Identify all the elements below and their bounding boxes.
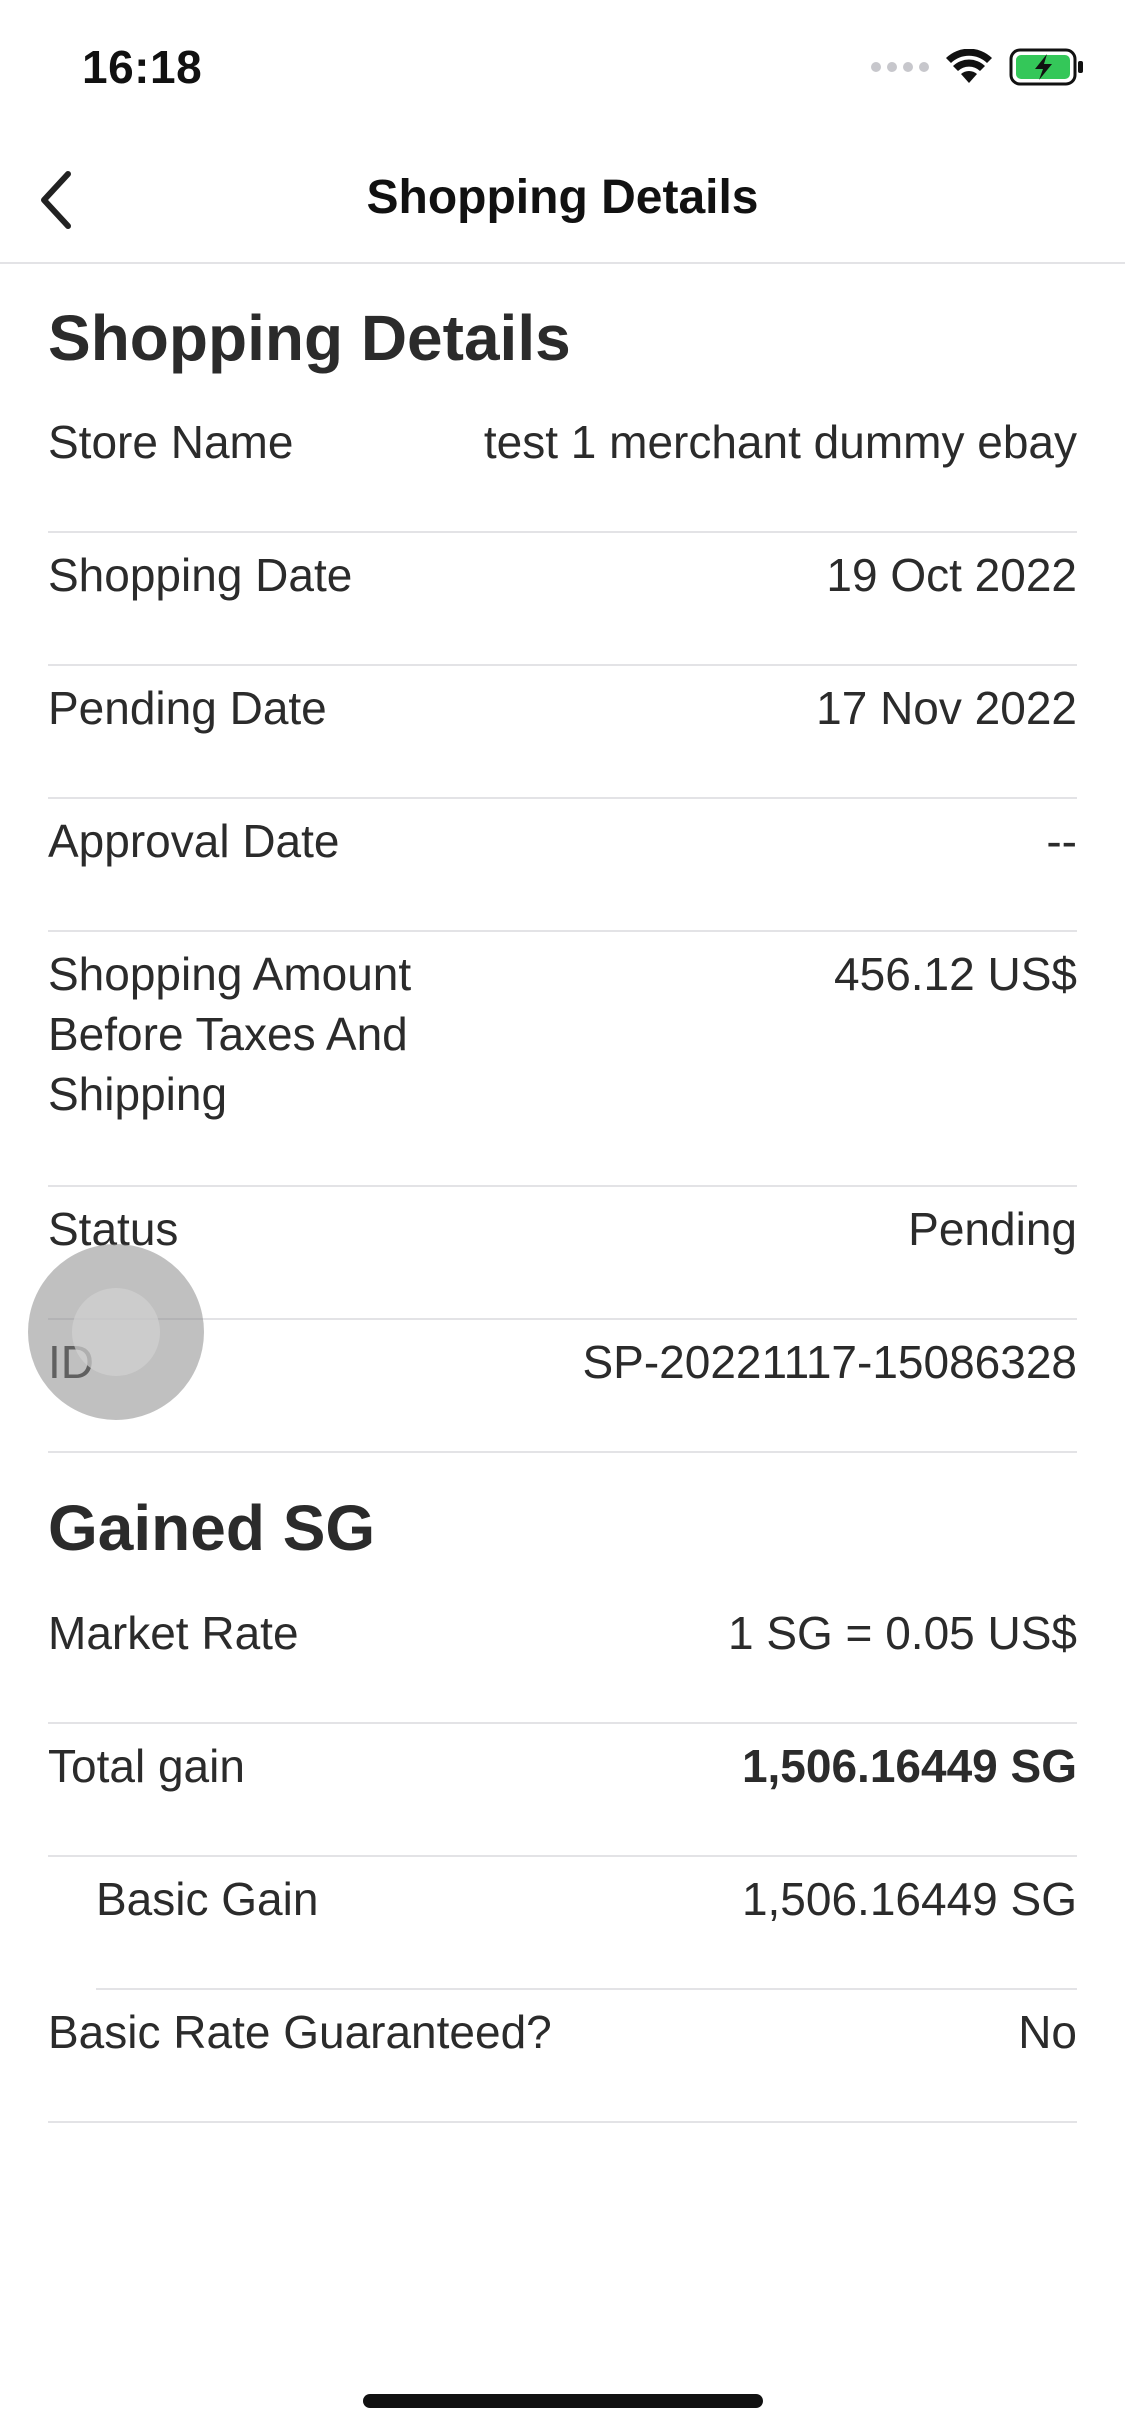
row-value: -- <box>1046 815 1077 867</box>
row-label: Pending Date <box>48 682 327 734</box>
battery-charging-icon <box>1009 48 1083 86</box>
row-label: Store Name <box>48 416 294 468</box>
row-value: 17 Nov 2022 <box>816 682 1077 734</box>
wifi-icon <box>946 49 992 83</box>
detail-row-market-rate: Market Rate 1 SG = 0.05 US$ <box>48 1603 1077 1724</box>
row-label: Market Rate <box>48 1607 299 1659</box>
row-label: Total gain <box>48 1740 245 1792</box>
row-value: 1,506.16449 SG <box>741 1873 1077 1925</box>
total-gain-value: 1,506.16449 SG <box>741 1740 1077 1792</box>
row-label: Basic Gain <box>96 1873 319 1925</box>
status-value: Pending <box>908 1203 1077 1255</box>
status-time: 16:18 <box>82 41 203 93</box>
row-label: Shopping Date <box>48 549 353 601</box>
detail-row-shopping-date: Shopping Date 19 Oct 2022 <box>48 533 1077 666</box>
detail-row-approval-date: Approval Date -- <box>48 799 1077 932</box>
status-bar: 16:18 <box>0 0 1125 132</box>
detail-row-pending-date: Pending Date 17 Nov 2022 <box>48 666 1077 799</box>
row-value: 456.12 US$ <box>834 948 1077 1000</box>
cellular-signal-icon <box>871 62 929 72</box>
home-indicator[interactable] <box>363 2394 763 2408</box>
navigation-bar: Shopping Details <box>0 132 1125 264</box>
gained-sg-heading: Gained SG <box>48 1492 376 1564</box>
detail-row-status: Status Pending <box>48 1187 1077 1320</box>
shopping-details-heading: Shopping Details <box>48 302 571 374</box>
row-label: Basic Rate Guaranteed? <box>48 2006 552 2058</box>
row-label: Shopping Amount Before Taxes And Shippin… <box>48 948 412 1120</box>
row-value: SP-20221117-15086328 <box>582 1336 1078 1388</box>
detail-row-basic-gain: Basic Gain 1,506.16449 SG <box>96 1857 1077 1990</box>
row-label: Approval Date <box>48 815 340 867</box>
status-icons <box>871 48 1085 86</box>
row-value: 19 Oct 2022 <box>826 549 1077 601</box>
touch-indicator <box>28 1244 204 1420</box>
detail-row-store-name: Store Name test 1 merchant dummy ebay <box>48 412 1077 533</box>
detail-row-shopping-amount: Shopping Amount Before Taxes And Shippin… <box>48 932 1077 1187</box>
detail-row-total-gain: Total gain 1,506.16449 SG <box>48 1724 1077 1857</box>
row-value: test 1 merchant dummy ebay <box>483 416 1077 468</box>
row-value: 1 SG = 0.05 US$ <box>727 1607 1077 1659</box>
nav-title: Shopping Details <box>366 171 759 224</box>
row-value: No <box>1018 2006 1077 2058</box>
details-content: Shopping Details Store Name test 1 merch… <box>48 264 1077 2123</box>
detail-row-basic-rate-guaranteed: Basic Rate Guaranteed? No <box>48 1990 1077 2123</box>
